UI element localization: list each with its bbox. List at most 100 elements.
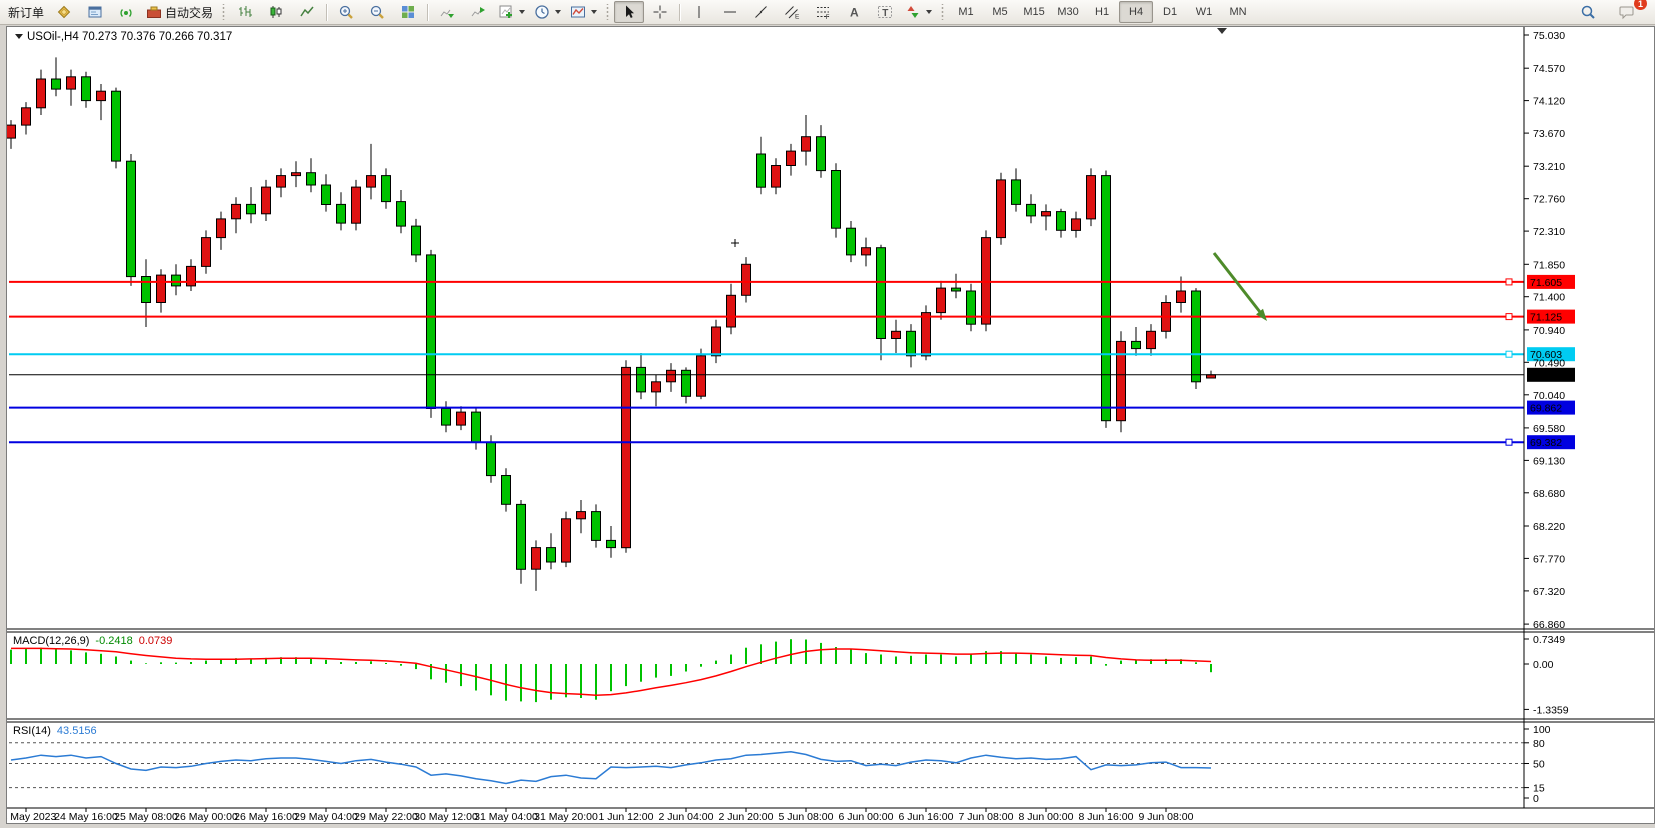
toolbar: 新订单 自动交易 [0,0,1655,25]
new-order-button[interactable]: 新订单 [4,1,48,23]
text-tool-button[interactable]: A [839,1,869,23]
terminal-button[interactable] [80,1,110,23]
arrows-button[interactable] [901,1,936,23]
tile-windows-button[interactable] [393,1,423,23]
time-label: 26 May 16:00 [234,811,298,823]
line-handle[interactable] [1506,314,1512,320]
timeframe-m30-button[interactable]: M30 [1051,1,1085,23]
candle-body [1057,212,1066,231]
fibonacci-button[interactable]: F [808,1,838,23]
gold-coin-icon [56,4,72,20]
candle-body [352,187,361,223]
bar-chart-button[interactable] [230,1,260,23]
trendline-button[interactable] [746,1,776,23]
zoom-out-button[interactable] [362,1,392,23]
time-label: 31 May 04:00 [474,811,538,823]
candle-body [892,331,901,338]
zoom-in-button[interactable] [331,1,361,23]
candle-body [37,79,46,108]
candle-body [427,255,436,409]
candle-body [592,512,601,541]
candle-body [637,367,646,392]
candle-body [1087,176,1096,219]
price-tick-label: 68.220 [1533,521,1565,533]
candle-body [1042,212,1051,216]
timeframe-d1-button[interactable]: D1 [1153,1,1187,23]
timeframe-h1-button[interactable]: H1 [1085,1,1119,23]
new-chart-icon [498,4,514,20]
timeframe-w1-button[interactable]: W1 [1187,1,1221,23]
line-handle[interactable] [1506,351,1512,357]
crosshair-button[interactable] [645,1,675,23]
horizontal-lines [9,279,1524,445]
vertical-line-button[interactable] [684,1,714,23]
candle-body [787,151,796,165]
time-label: 25 May 08:00 [114,811,178,823]
new-chart-button[interactable] [494,1,529,23]
candle-body [802,137,811,151]
deposit-button[interactable] [49,1,79,23]
chart-shift-button[interactable] [463,1,493,23]
profiles-button[interactable] [530,1,565,23]
candle-body [172,275,181,286]
candle-body [817,137,826,171]
text-label-icon: T [877,4,893,20]
price-tick-label: 73.670 [1533,128,1565,140]
dropdown-caret-icon[interactable] [555,10,561,14]
auto-scroll-button[interactable] [432,1,462,23]
dropdown-caret-icon[interactable] [591,10,597,14]
toolbar-grip[interactable] [940,4,945,20]
line-handle[interactable] [1506,439,1512,445]
candlestick-chart-button[interactable] [261,1,291,23]
dropdown-caret-icon[interactable] [519,10,525,14]
line-handle[interactable] [1506,279,1512,285]
clock-icon [534,4,550,20]
timeframe-mn-button[interactable]: MN [1221,1,1255,23]
rsi-scale-label: 50 [1533,759,1545,771]
arrow-shapes-icon [905,4,921,20]
price-tick-label: 69.580 [1533,423,1565,435]
line-chart-icon [299,4,315,20]
bar-chart-icon [237,4,253,20]
svg-text:F: F [826,14,830,20]
plus-marker [731,239,739,247]
tile-windows-icon [400,4,416,20]
candle-body [112,91,121,161]
candle-body [367,176,376,188]
candle-body [727,295,736,327]
chart-menu-icon[interactable] [15,34,23,39]
candle-body [937,288,946,313]
price-tag-label: 71.605 [1530,277,1562,289]
timeframe-m5-button[interactable]: M5 [983,1,1017,23]
toolbar-grip[interactable] [221,4,226,20]
toolbar-grip[interactable] [605,4,610,20]
auto-trading-button[interactable]: 自动交易 [142,1,217,23]
equidistant-channel-button[interactable]: E [777,1,807,23]
candle-body [187,266,196,286]
chat-button[interactable]: 1 [1611,1,1641,23]
dropdown-caret-icon[interactable] [926,10,932,14]
search-button[interactable] [1573,1,1603,23]
candle-body [22,108,31,125]
timeframe-m15-button[interactable]: M15 [1017,1,1051,23]
chart-shift-marker-icon[interactable] [1217,28,1227,34]
toolbar-separator [427,4,428,21]
auto-trading-icon [146,4,162,20]
crosshair-icon [652,4,668,20]
templates-button[interactable] [566,1,601,23]
line-chart-button[interactable] [292,1,322,23]
price-tick-label: 66.860 [1533,619,1565,631]
timeframe-m1-button[interactable]: M1 [949,1,983,23]
svg-text:E: E [795,14,800,21]
cursor-button[interactable] [614,1,644,23]
annotations [731,28,1267,321]
signal-button[interactable] [111,1,141,23]
candle-body [952,288,961,291]
text-label-button[interactable]: T [870,1,900,23]
timeframe-h4-button[interactable]: H4 [1119,1,1153,23]
candle-body [532,548,541,570]
chart-canvas[interactable]: 71.60571.12570.60370.31769.86269.38275.0… [7,27,1654,823]
horizontal-line-button[interactable] [715,1,745,23]
time-label: 9 Jun 08:00 [1139,811,1194,823]
candle-body [67,77,76,89]
